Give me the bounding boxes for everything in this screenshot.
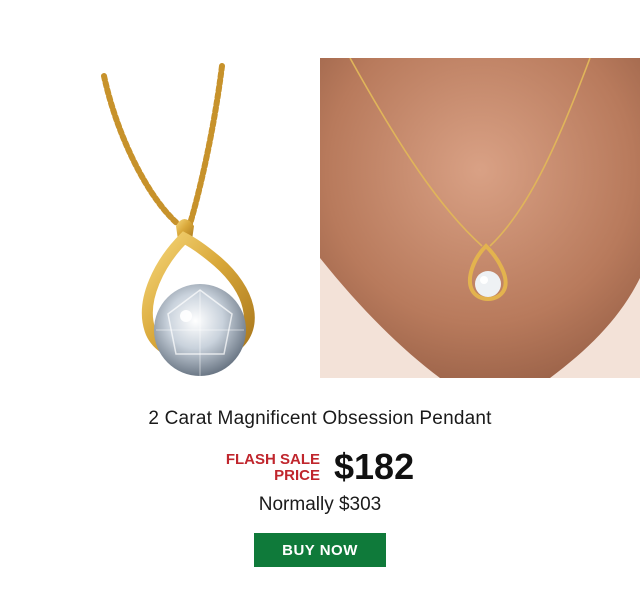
- product-image-pendant[interactable]: [0, 0, 320, 380]
- worn-pendant-illustration: [320, 58, 640, 378]
- product-title: 2 Carat Magnificent Obsession Pendant: [148, 408, 492, 429]
- product-image-worn[interactable]: [320, 58, 640, 378]
- price-row: FLASH SALE PRICE $182: [0, 446, 640, 492]
- sale-price: $182: [334, 446, 415, 487]
- flash-sale-label: FLASH SALE PRICE: [226, 452, 320, 484]
- buy-now-button[interactable]: BUY NOW: [254, 533, 386, 567]
- pendant-illustration: [101, 63, 255, 376]
- flash-sale-line: FLASH SALE: [225, 451, 320, 468]
- normal-price: Normally $303: [258, 494, 382, 515]
- price-line: PRICE: [274, 467, 320, 484]
